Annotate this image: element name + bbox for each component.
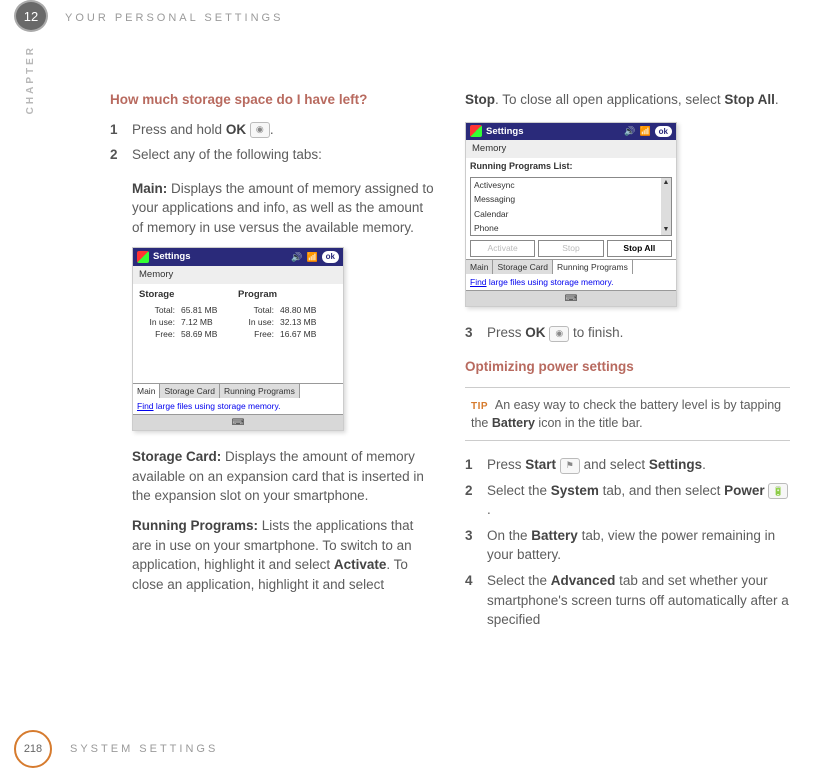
step-2: 2 Select any of the following tabs: <box>110 145 435 165</box>
chapter-label: CHAPTER <box>25 45 36 114</box>
page-number: 218 <box>14 730 52 768</box>
tab-main: Main <box>133 384 160 398</box>
start-flag-icon: ⚑ <box>560 458 580 474</box>
sip-icon: ⌨ <box>133 414 343 430</box>
tab-main: Main <box>466 260 493 274</box>
sound-icon: 🔊 <box>624 125 635 138</box>
left-column: How much storage space do I have left? 1… <box>110 90 435 644</box>
signal-icon: 📶 <box>639 125 650 138</box>
storage-card-desc: Storage Card: Displays the amount of mem… <box>110 447 435 506</box>
running-programs-list: Activesync Messaging Calendar Phone ▲ ▼ <box>470 177 672 236</box>
ok-center-icon: ◉ <box>250 122 270 138</box>
stop-button: Stop <box>538 240 603 256</box>
footer-section: SYSTEM SETTINGS <box>70 743 218 755</box>
windows-flag-icon <box>137 251 149 263</box>
tab-running-programs: Running Programs <box>220 384 300 398</box>
step-1: 1 Press and hold OK ◉. <box>110 120 435 140</box>
section-heading-power: Optimizing power settings <box>465 357 790 377</box>
signal-icon: 📶 <box>306 251 317 264</box>
titlebar-ok-button: ok <box>655 126 672 138</box>
titlebar-ok-button: ok <box>322 251 339 263</box>
section-heading-storage: How much storage space do I have left? <box>110 90 435 110</box>
sip-icon: ⌨ <box>466 290 676 306</box>
tab-storage-card: Storage Card <box>160 384 220 398</box>
right-column: Stop. To close all open applications, se… <box>465 90 790 644</box>
power-battery-icon: 🔋 <box>768 483 788 499</box>
power-step-1: 1 Press Start ⚑ and select Settings. <box>465 455 790 475</box>
tab-running-programs: Running Programs <box>553 260 633 274</box>
ok-center-icon: ◉ <box>549 326 569 342</box>
main-tab-desc: Main: Displays the amount of memory assi… <box>110 179 435 238</box>
scroll-down-icon: ▼ <box>661 225 671 235</box>
running-head: YOUR PERSONAL SETTINGS <box>65 12 283 24</box>
tab-storage-card: Storage Card <box>493 260 553 274</box>
continued-text: Stop. To close all open applications, se… <box>465 90 790 110</box>
figure-memory-main: Settings 🔊 📶 ok Memory Storage Total:65.… <box>132 247 344 431</box>
running-programs-desc: Running Programs: Lists the applications… <box>110 516 435 594</box>
power-step-2: 2 Select the System tab, and then select… <box>465 481 790 520</box>
chapter-number: 12 <box>24 9 38 24</box>
activate-button: Activate <box>470 240 535 256</box>
page-footer: 218 SYSTEM SETTINGS <box>14 730 218 768</box>
tip-label: TIP <box>471 401 488 412</box>
sound-icon: 🔊 <box>291 251 302 264</box>
tip-box: TIP An easy way to check the battery lev… <box>465 387 790 442</box>
chapter-badge: 12 <box>14 0 48 32</box>
stop-all-button: Stop All <box>607 240 672 256</box>
scroll-up-icon: ▲ <box>661 178 671 188</box>
step-3: 3 Press OK ◉ to finish. <box>465 323 790 343</box>
windows-flag-icon <box>470 125 482 137</box>
power-step-4: 4 Select the Advanced tab and set whethe… <box>465 571 790 630</box>
power-step-3: 3 On the Battery tab, view the power rem… <box>465 526 790 565</box>
figure-running-programs: Settings 🔊 📶 ok Memory Running Programs … <box>465 122 677 308</box>
